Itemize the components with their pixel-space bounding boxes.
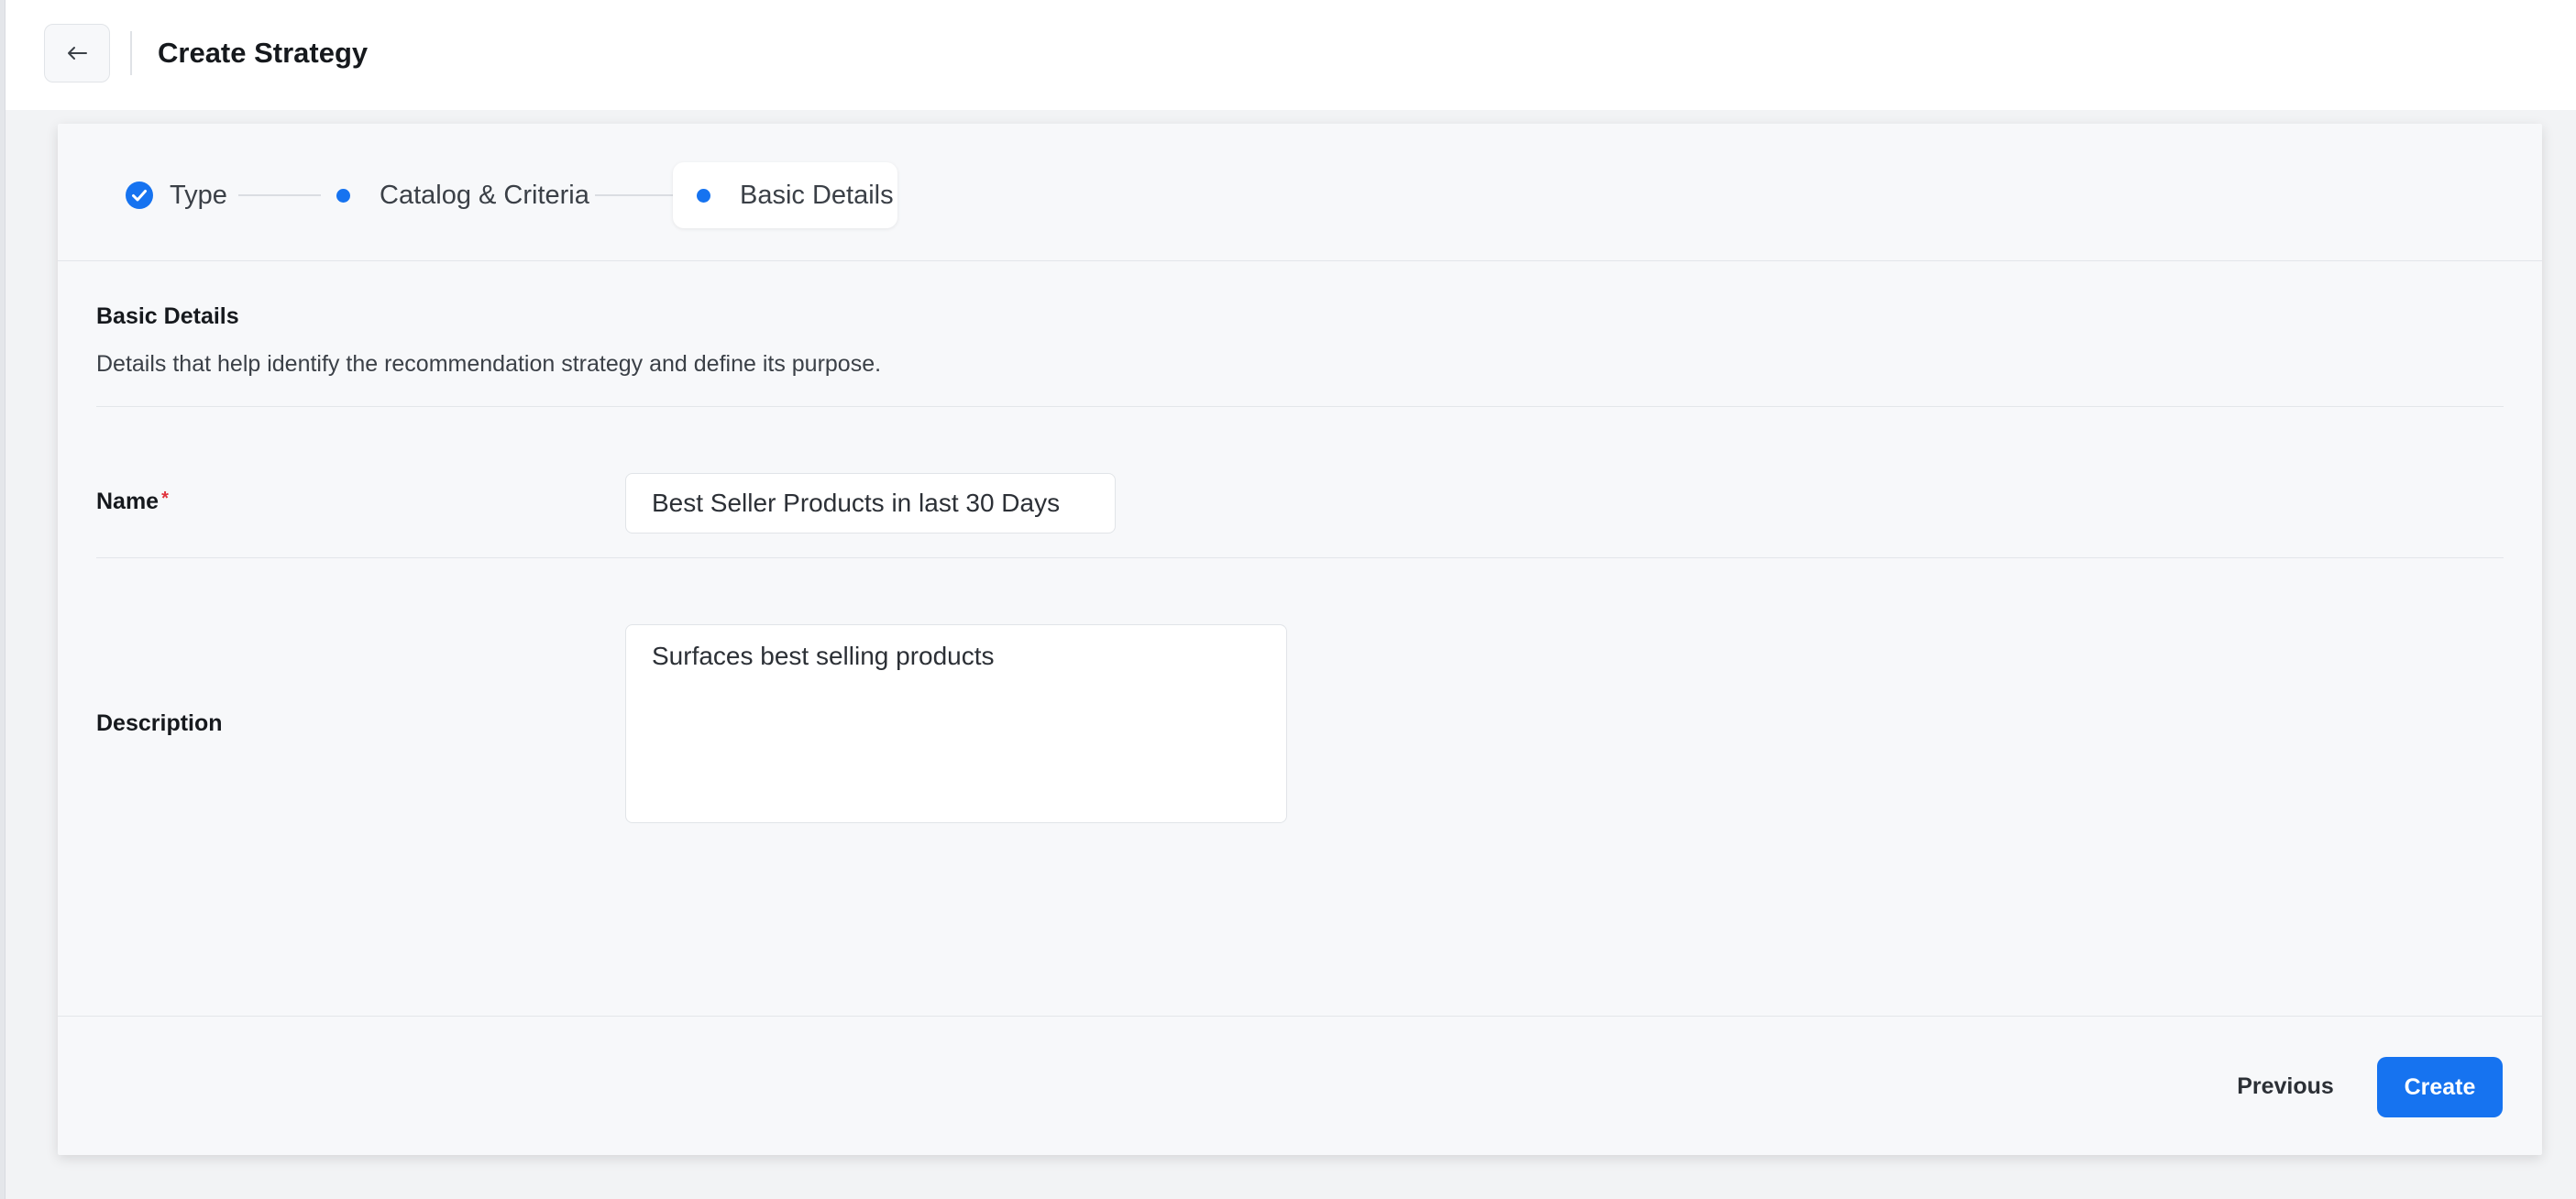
dot-icon (697, 188, 710, 203)
required-marker: * (161, 489, 169, 509)
top-bar: Create Strategy (6, 0, 2576, 110)
step-label: Catalog & Criteria (380, 180, 589, 210)
step-label: Type (170, 180, 227, 210)
name-label: Name * (96, 489, 169, 515)
step-label: Basic Details (740, 180, 894, 210)
step-type[interactable]: Type (126, 162, 227, 228)
name-input[interactable] (625, 473, 1116, 534)
divider (96, 406, 2504, 407)
left-edge-strip (0, 0, 6, 1199)
section-title: Basic Details (96, 303, 239, 329)
divider (96, 557, 2504, 558)
section-description: Details that help identify the recommend… (96, 351, 882, 377)
previous-button[interactable]: Previous (2221, 1057, 2350, 1116)
description-label: Description (96, 710, 223, 736)
step-basic-details[interactable]: Basic Details (673, 162, 897, 228)
strategy-form-card: Type Catalog & Criteria Basic Details Ba… (58, 124, 2542, 1155)
page-title: Create Strategy (158, 37, 369, 69)
dot-icon (336, 188, 350, 203)
create-button[interactable]: Create (2377, 1057, 2503, 1117)
name-label-text: Name (96, 489, 160, 514)
description-textarea[interactable]: Surfaces best selling products (625, 624, 1287, 823)
step-connector (595, 194, 673, 196)
topbar-divider (130, 31, 132, 75)
arrow-left-icon (68, 47, 87, 60)
back-button[interactable] (44, 24, 110, 82)
stepper: Type Catalog & Criteria Basic Details (58, 124, 2542, 261)
step-connector (238, 194, 321, 196)
check-circle-icon (126, 182, 153, 209)
step-catalog-criteria[interactable]: Catalog & Criteria (336, 162, 589, 228)
footer-divider (58, 1016, 2542, 1017)
